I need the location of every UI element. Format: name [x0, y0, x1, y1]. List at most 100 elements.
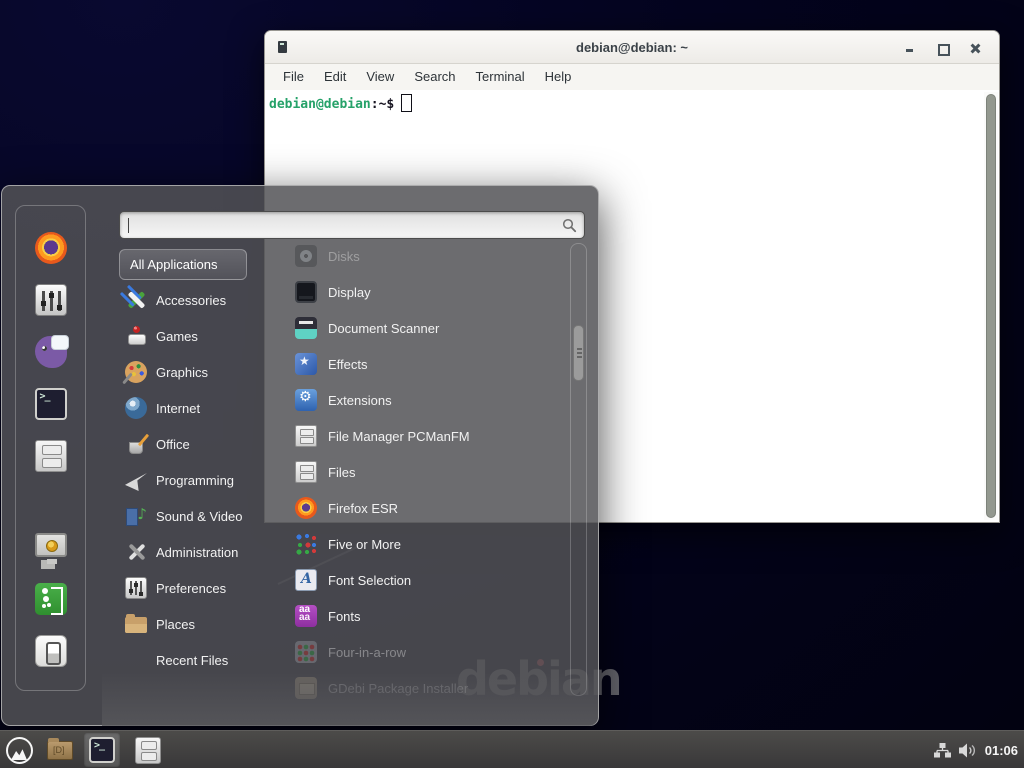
menu-view[interactable]: View: [356, 64, 404, 90]
sound-video-icon: [125, 505, 147, 527]
menu-terminal[interactable]: Terminal: [466, 64, 535, 90]
category-places[interactable]: Places: [119, 606, 269, 642]
gdebi-icon: [295, 677, 317, 699]
app-effects[interactable]: Effects: [283, 346, 569, 382]
category-accessories[interactable]: Accessories: [119, 282, 269, 318]
app-extensions[interactable]: Extensions: [283, 382, 569, 418]
menu-search[interactable]: Search: [404, 64, 465, 90]
internet-globe-icon: [125, 397, 147, 419]
log-out-button[interactable]: [33, 581, 69, 617]
menu-edit[interactable]: Edit: [314, 64, 356, 90]
log-out-icon: [35, 583, 67, 615]
font-selection-icon: [295, 569, 317, 591]
terminal-titlebar[interactable]: debian@debian: ~: [265, 31, 999, 64]
taskbar-file-manager-button[interactable]: [42, 733, 78, 767]
shut-down-icon: [35, 635, 67, 667]
apps-scrollbar-thumb[interactable]: [573, 325, 584, 381]
close-button[interactable]: [963, 31, 989, 64]
minimize-button[interactable]: [897, 31, 923, 64]
category-preferences[interactable]: Preferences: [119, 570, 269, 606]
category-recent-files[interactable]: Recent Files: [119, 642, 269, 678]
clock[interactable]: 01:06: [985, 743, 1018, 758]
all-applications-button[interactable]: All Applications: [119, 249, 247, 280]
maximize-button[interactable]: [930, 31, 956, 64]
menu-help[interactable]: Help: [535, 64, 582, 90]
terminal-prompt-line: debian@debian:~$: [269, 94, 412, 112]
menu-search-box[interactable]: [119, 211, 585, 239]
games-icon: [125, 325, 147, 347]
places-folder-icon: [125, 617, 147, 633]
favorite-firefox[interactable]: [33, 230, 69, 266]
taskbar: 01:06: [0, 730, 1024, 768]
taskbar-menu-button[interactable]: [2, 733, 38, 767]
app-font-selection[interactable]: Font Selection: [283, 562, 569, 598]
taskbar-files-button[interactable]: [130, 733, 166, 767]
accessories-icon: [125, 289, 147, 311]
search-caret: [128, 218, 129, 233]
terminal-scrollbar-thumb[interactable]: [986, 94, 996, 518]
terminal-icon: [35, 388, 67, 420]
network-icon[interactable]: [934, 743, 951, 758]
lock-screen-button[interactable]: [33, 529, 69, 565]
category-office[interactable]: Office: [119, 426, 269, 462]
app-document-scanner[interactable]: Document Scanner: [283, 310, 569, 346]
search-icon: [562, 218, 577, 233]
pidgin-icon: [35, 336, 67, 368]
app-file-manager-pcmanfm[interactable]: File Manager PCManFM: [283, 418, 569, 454]
favorites-column: [15, 205, 86, 691]
terminal-menubar: File Edit View Search Terminal Help: [265, 64, 999, 90]
volume-icon[interactable]: [959, 743, 977, 758]
app-five-or-more[interactable]: Five or More: [283, 526, 569, 562]
app-disks[interactable]: Disks: [283, 238, 569, 274]
file-cabinet-icon: [35, 440, 67, 472]
terminal-cursor: [401, 94, 412, 112]
favorite-terminal[interactable]: [33, 386, 69, 422]
category-games[interactable]: Games: [119, 318, 269, 354]
category-administration[interactable]: Administration: [119, 534, 269, 570]
terminal-window-title: debian@debian: ~: [265, 31, 999, 64]
applications-list: Disks Display Document Scanner Effects E…: [283, 238, 569, 706]
app-fonts[interactable]: Fonts: [283, 598, 569, 634]
file-cabinet-icon: [295, 425, 317, 447]
taskbar-terminal-button[interactable]: [84, 733, 120, 767]
categories-list: Accessories Games Graphics Internet Offi…: [119, 282, 269, 678]
administration-tools-icon: [125, 541, 147, 563]
graphics-icon: [125, 361, 147, 383]
search-input[interactable]: [128, 215, 548, 235]
app-gdebi-package-installer[interactable]: GDebi Package Installer: [283, 670, 569, 706]
category-internet[interactable]: Internet: [119, 390, 269, 426]
firefox-icon: [295, 497, 317, 519]
prompt-user-host: debian@debian: [269, 97, 371, 112]
favorite-file-manager[interactable]: [33, 438, 69, 474]
settings-icon: [35, 284, 67, 316]
system-tray: 01:06: [934, 731, 1018, 768]
terminal-scrollbar[interactable]: [984, 92, 998, 520]
application-menu: All Applications Accessories Games Graph…: [1, 185, 599, 726]
app-files[interactable]: Files: [283, 454, 569, 490]
apps-scrollbar[interactable]: [570, 243, 587, 696]
shut-down-button[interactable]: [33, 633, 69, 669]
favorite-pidgin[interactable]: [33, 334, 69, 370]
file-cabinet-icon: [135, 737, 161, 764]
app-four-in-a-row[interactable]: Four-in-a-row: [283, 634, 569, 670]
app-display[interactable]: Display: [283, 274, 569, 310]
menu-mountain-icon: [6, 737, 33, 764]
favorite-settings[interactable]: [33, 282, 69, 318]
category-programming[interactable]: Programming: [119, 462, 269, 498]
menu-file[interactable]: File: [273, 64, 314, 90]
app-firefox-esr[interactable]: Firefox ESR: [283, 490, 569, 526]
disks-icon: [295, 245, 317, 267]
prompt-path: :~$: [371, 97, 394, 112]
category-graphics[interactable]: Graphics: [119, 354, 269, 390]
extensions-gear-icon: [295, 389, 317, 411]
category-sound-video[interactable]: Sound & Video: [119, 498, 269, 534]
office-icon: [125, 433, 147, 455]
programming-icon: [125, 469, 147, 491]
firefox-icon: [35, 232, 67, 264]
fonts-icon: [295, 605, 317, 627]
five-or-more-icon: [295, 533, 317, 555]
document-scanner-icon: [295, 317, 317, 339]
lock-screen-icon: [35, 533, 67, 557]
effects-icon: [295, 353, 317, 375]
terminal-icon: [89, 737, 115, 763]
